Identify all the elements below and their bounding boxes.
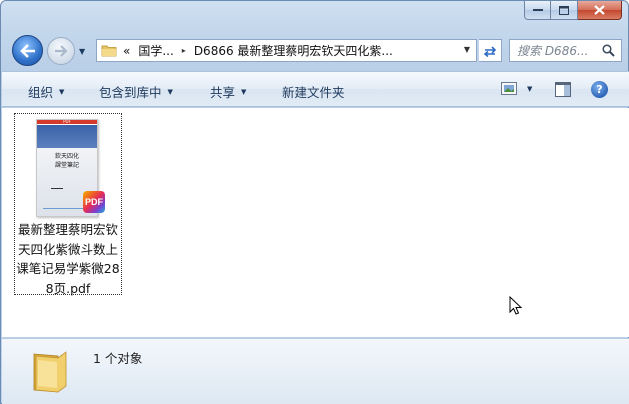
pdf-file-icon: PDF xyxy=(83,191,105,213)
breadcrumb-segment-1[interactable]: 国学... xyxy=(138,42,173,59)
thumbnail-dash xyxy=(51,188,63,189)
explorer-window: ▼ « 国学... ▸ D6866 最新整理蔡明宏钦天四化紫... ▼ 搜索 D… xyxy=(0,0,629,404)
arrow-right-icon xyxy=(55,45,68,57)
forward-button[interactable] xyxy=(47,37,75,65)
breadcrumb-segment-2[interactable]: D6866 最新整理蔡明宏钦天四化紫... xyxy=(194,42,393,59)
close-button[interactable] xyxy=(578,1,622,20)
arrow-left-icon xyxy=(19,43,35,58)
address-prefix[interactable]: « xyxy=(123,44,130,58)
search-input[interactable]: 搜索 D686... xyxy=(517,42,597,59)
include-library-label: 包含到库中 xyxy=(99,85,162,100)
thumbnail-title: 欽天四化 課堂筆記 xyxy=(37,152,97,170)
details-pane: 1 个对象 xyxy=(2,338,629,404)
minimize-button[interactable] xyxy=(524,1,551,20)
help-button[interactable]: ? xyxy=(591,81,608,98)
maximize-button[interactable] xyxy=(551,1,578,20)
close-icon xyxy=(594,5,605,15)
thumbnail-title-line1: 欽天四化 xyxy=(54,153,79,160)
new-folder-label: 新建文件夹 xyxy=(282,85,345,100)
file-name-label[interactable]: 最新整理蔡明宏钦天四化紫微斗数上课笔记易学紫微288页.pdf xyxy=(15,220,121,298)
maximize-icon xyxy=(559,5,569,15)
command-bar: 组织 ▼ 包含到库中 ▼ 共享 ▼ 新建文件夹 ▼ ? xyxy=(2,71,629,107)
include-in-library-menu[interactable]: 包含到库中 ▼ xyxy=(99,82,173,101)
mouse-cursor-icon xyxy=(509,296,523,315)
organize-label: 组织 xyxy=(28,85,54,100)
refresh-icon xyxy=(483,45,497,57)
change-view-button[interactable]: ▼ xyxy=(501,82,532,95)
chevron-down-icon[interactable]: ▼ xyxy=(527,85,532,93)
new-folder-button[interactable]: 新建文件夹 xyxy=(282,82,345,101)
preview-pane-button[interactable] xyxy=(555,82,571,100)
address-bar[interactable]: « 国学... ▸ D6866 最新整理蔡明宏钦天四化紫... ▼ xyxy=(96,39,477,62)
search-box[interactable]: 搜索 D686... xyxy=(509,39,622,62)
back-button[interactable] xyxy=(12,35,43,66)
folder-icon xyxy=(33,351,67,393)
folder-icon xyxy=(101,45,117,57)
item-count: 1 个对象 xyxy=(93,351,143,366)
search-icon[interactable] xyxy=(602,44,615,57)
share-label: 共享 xyxy=(210,85,236,100)
view-icon xyxy=(501,82,517,95)
recent-pages-dropdown[interactable]: ▼ xyxy=(79,47,85,56)
breadcrumb-separator[interactable]: ▸ xyxy=(182,46,186,55)
file-list-view[interactable]: PDF 欽天四化 課堂筆記 PDF 最新整理蔡明宏钦天四化紫微斗数上课笔记易学紫… xyxy=(2,108,629,337)
share-menu[interactable]: 共享 ▼ xyxy=(210,82,246,101)
preview-pane-icon xyxy=(555,82,571,97)
thumbnail-title-line2: 課堂筆記 xyxy=(54,162,79,169)
thumbnail-header: PDF xyxy=(37,120,97,124)
address-dropdown[interactable]: ▼ xyxy=(464,45,470,54)
organize-menu[interactable]: 组织 ▼ xyxy=(28,82,64,101)
chevron-down-icon: ▼ xyxy=(167,87,173,96)
chevron-down-icon: ▼ xyxy=(59,87,65,96)
chevron-down-icon: ▼ xyxy=(241,87,247,96)
window-caption-buttons xyxy=(524,1,622,22)
file-item[interactable]: PDF 欽天四化 課堂筆記 PDF 最新整理蔡明宏钦天四化紫微斗数上课笔记易学紫… xyxy=(14,113,122,298)
minimize-icon xyxy=(532,9,543,11)
refresh-button[interactable] xyxy=(479,39,502,62)
